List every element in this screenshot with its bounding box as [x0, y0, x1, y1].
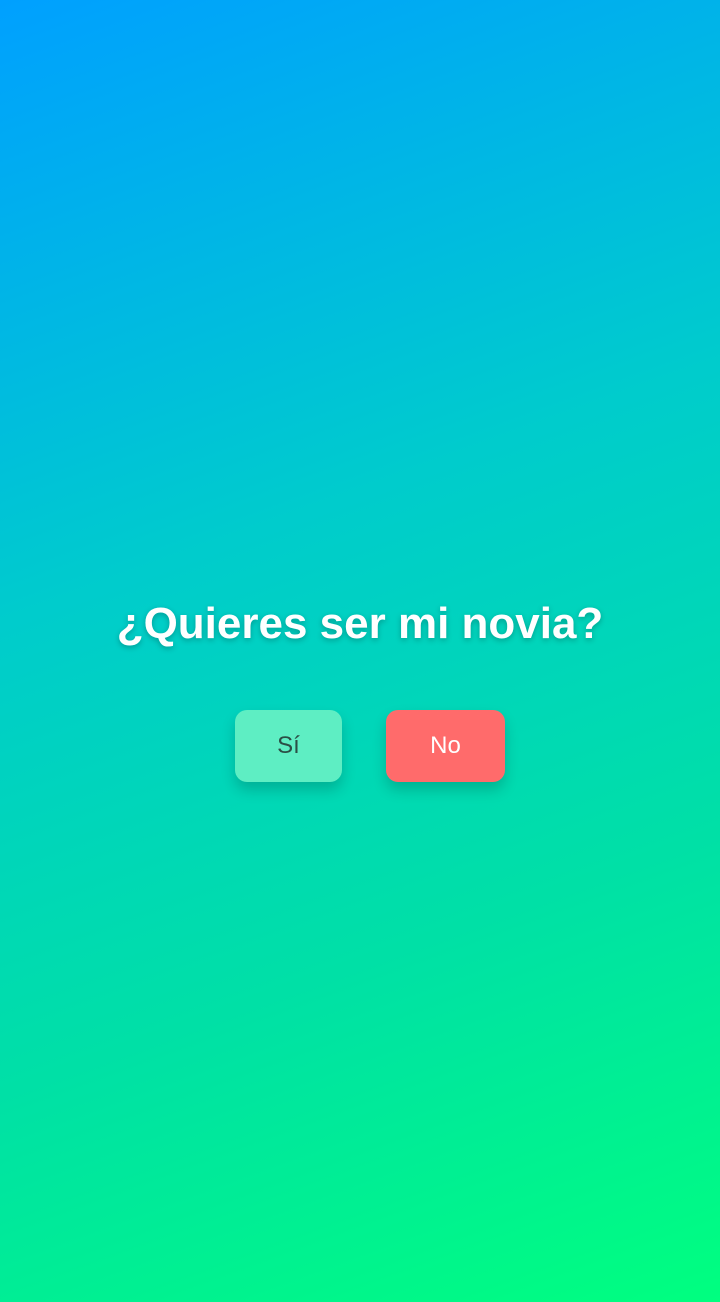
question-title: ¿Quieres ser mi novia?	[116, 599, 604, 648]
no-button[interactable]: No	[386, 710, 505, 782]
yes-button[interactable]: Sí	[235, 710, 342, 782]
proposal-screen: ¿Quieres ser mi novia? Sí No	[0, 0, 720, 1302]
